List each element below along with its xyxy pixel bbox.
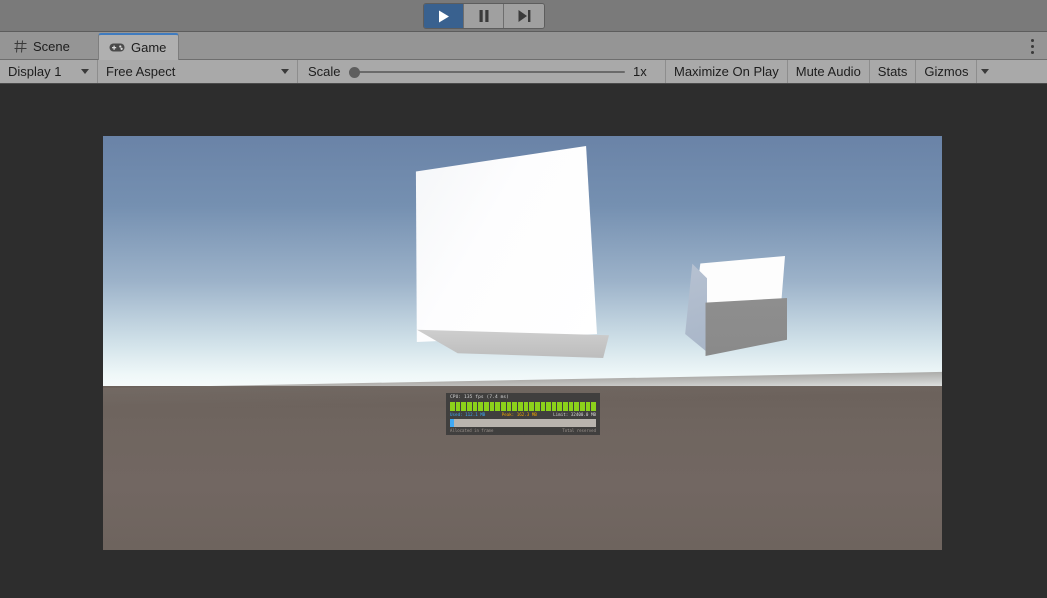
- gamepad-icon: [109, 42, 125, 53]
- small-white-cube: [665, 256, 787, 356]
- tab-game-label: Game: [131, 40, 166, 55]
- memory-used-label: Used: 112.1 MB: [450, 413, 485, 417]
- mute-audio-button[interactable]: Mute Audio: [788, 60, 870, 83]
- tab-game[interactable]: Game: [98, 33, 179, 60]
- kebab-menu-icon[interactable]: [1025, 37, 1039, 55]
- game-render-surface[interactable]: CPU: 135 fps (7.4 ms) Used: 112.1 MB Pea…: [103, 136, 942, 550]
- tab-scene[interactable]: Scene: [4, 33, 82, 60]
- scale-value: 1x: [633, 64, 655, 79]
- aspect-ratio-dropdown[interactable]: Free Aspect: [98, 60, 298, 83]
- gizmos-button[interactable]: Gizmos: [916, 60, 976, 83]
- memory-limit-label: Limit: 32400.0 MB: [553, 413, 596, 417]
- memory-usage-fill: [450, 419, 454, 427]
- panel-tab-strip: Scene Game: [0, 32, 1047, 60]
- play-controls-group: [423, 3, 545, 29]
- display-dropdown-label: Display 1: [8, 64, 61, 79]
- stats-header: CPU: 135 fps (7.4 ms): [450, 396, 596, 401]
- scale-slider-handle[interactable]: [349, 67, 360, 78]
- stats-button[interactable]: Stats: [870, 60, 917, 83]
- cube-left-face: [665, 262, 707, 352]
- pause-icon: [479, 10, 489, 22]
- gizmos-dropdown[interactable]: [976, 60, 997, 83]
- tab-scene-label: Scene: [33, 39, 70, 54]
- play-button[interactable]: [424, 4, 464, 28]
- chevron-down-icon: [281, 69, 289, 74]
- stats-footer-right: Total reserved: [562, 429, 596, 433]
- game-view-container: CPU: 135 fps (7.4 ms) Used: 112.1 MB Pea…: [0, 84, 1047, 598]
- stats-overlay: CPU: 135 fps (7.4 ms) Used: 112.1 MB Pea…: [446, 393, 600, 435]
- gizmos-label: Gizmos: [924, 64, 968, 79]
- aspect-ratio-label: Free Aspect: [106, 64, 175, 79]
- play-control-bar: [0, 0, 1047, 32]
- large-white-cube: [415, 146, 615, 366]
- scale-label: Scale: [308, 64, 341, 79]
- scale-slider[interactable]: [349, 65, 625, 79]
- maximize-on-play-button[interactable]: Maximize On Play: [666, 60, 788, 83]
- memory-peak-label: Peak: 162.3 MB: [502, 413, 537, 417]
- pause-button[interactable]: [464, 4, 504, 28]
- chevron-down-icon: [81, 69, 89, 74]
- stats-footer-left: Allocated in frame: [450, 429, 493, 433]
- grid-icon: [14, 40, 27, 53]
- maximize-on-play-label: Maximize On Play: [674, 64, 779, 79]
- game-view-toolbar: Display 1 Free Aspect Scale 1x Maximize …: [0, 60, 1047, 84]
- stats-label: Stats: [878, 64, 908, 79]
- display-dropdown[interactable]: Display 1: [0, 60, 98, 83]
- step-button[interactable]: [504, 4, 544, 28]
- memory-legend: Used: 112.1 MB Peak: 162.3 MB Limit: 324…: [450, 413, 596, 417]
- chevron-down-icon: [981, 69, 989, 74]
- memory-usage-bar: [450, 419, 596, 427]
- cube-front-face: [703, 298, 787, 356]
- step-forward-icon: [518, 10, 531, 22]
- scale-slider-track: [349, 71, 625, 73]
- cube-front-face: [415, 146, 597, 342]
- stats-footer: Allocated in frame Total reserved: [450, 429, 596, 433]
- scale-control: Scale 1x: [298, 60, 666, 83]
- play-icon: [438, 10, 450, 23]
- mute-audio-label: Mute Audio: [796, 64, 861, 79]
- frame-time-bars: [450, 402, 596, 411]
